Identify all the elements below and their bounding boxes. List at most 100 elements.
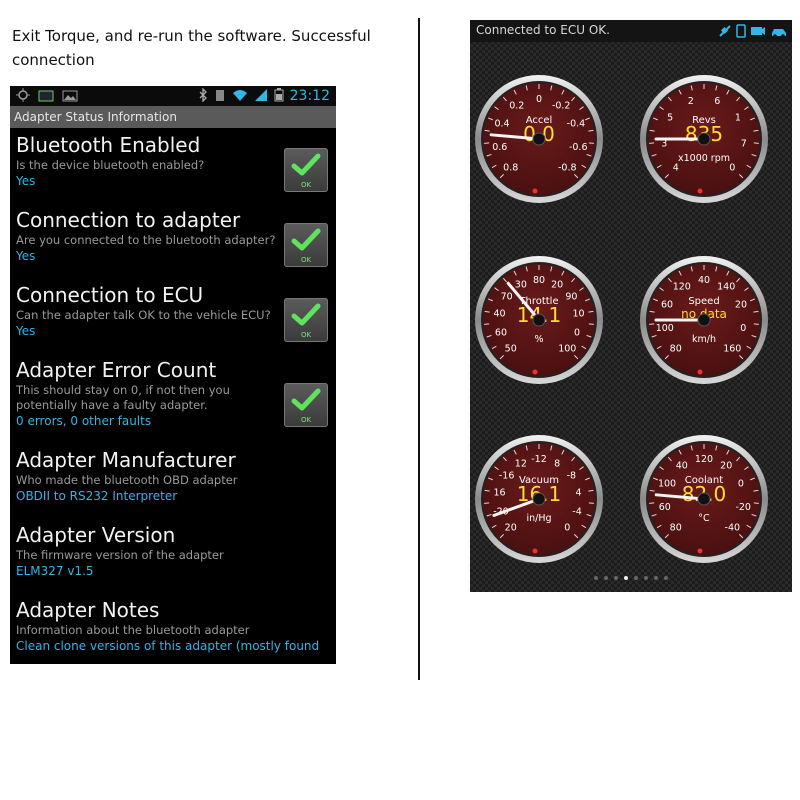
gauge-tick-label: 0.8	[503, 162, 518, 173]
divider-line	[418, 18, 420, 680]
gauge-tick-label: 30	[515, 279, 527, 290]
gauge-tick-label: 0.2	[509, 101, 524, 112]
page-dot[interactable]	[594, 576, 598, 580]
gauge-unit: in/Hg	[526, 513, 551, 524]
gauge-tick-label: 40	[698, 275, 710, 286]
gauge-throttle: 5060407030802090100100Throttle14.1%	[475, 256, 603, 384]
status-time: 23:12	[289, 88, 330, 104]
adapter-status-screen: 23:12 Adapter Status Information Bluetoo…	[10, 86, 336, 664]
gauge-tick-label: -4	[572, 506, 581, 517]
gauge-revs: 43526170Revs835x1000 rpm	[640, 75, 768, 203]
gauge-tick-label: -20	[735, 502, 751, 513]
gauge-unit: x1000 rpm	[678, 153, 730, 164]
gauge-tick-label: 0	[574, 327, 580, 338]
ok-label: OK	[300, 181, 312, 189]
gauge-tick-label: 7	[741, 138, 747, 149]
page-dot[interactable]	[624, 576, 628, 580]
gauge-speed: 801006012040140200160Speedno datakm/h	[640, 256, 768, 384]
status-bar: 23:12	[10, 86, 336, 106]
list-item-adapter-notes[interactable]: Adapter Notes Information about the blue…	[10, 593, 336, 664]
item-title: Adapter Notes	[16, 598, 160, 622]
caption-text: Exit Torque, and re-run the software. Su…	[12, 27, 371, 69]
item-description: Information about the bluetooth adapter	[16, 623, 250, 637]
gauges-panel: 0.80.60.40.20-0.2-0.4-0.6-0.8Accel0.0435…	[475, 75, 768, 563]
signal-icon	[214, 87, 226, 106]
item-description: Is the device bluetooth enabled?	[16, 158, 205, 172]
bluetooth-icon	[198, 86, 208, 106]
ok-checkmark-icon: OK	[284, 383, 328, 427]
app-notification-icon	[38, 87, 54, 106]
list-item-error-count[interactable]: Adapter Error Count This should stay on …	[10, 353, 336, 443]
gauge-tick-label: 100	[658, 479, 676, 490]
gauge-tick-label: 20	[505, 522, 517, 533]
gauge-tick-label: 0	[536, 94, 542, 105]
gauge-tick-label: 0.6	[492, 142, 507, 153]
list-item-adapter-version[interactable]: Adapter Version The firmware version of …	[10, 518, 336, 593]
gauge-tick-label: -40	[725, 522, 741, 533]
item-description: Who made the bluetooth OBD adapter	[16, 473, 238, 487]
page-dot[interactable]	[614, 576, 618, 580]
gauge-tick-label: -16	[499, 470, 515, 481]
page-dot[interactable]	[634, 576, 638, 580]
gauge-name: Speed	[688, 296, 719, 307]
item-title: Adapter Version	[16, 523, 176, 547]
gauge-tick-label: 0	[738, 479, 744, 490]
list-item-connection-ecu[interactable]: Connection to ECU Can the adapter talk O…	[10, 278, 336, 353]
gauge-tick-label: 160	[723, 343, 741, 354]
gauge-tick-label: 1	[735, 113, 741, 124]
gauge-unit: km/h	[692, 334, 716, 345]
item-description: This should stay on 0, if not then you p…	[16, 383, 230, 412]
item-value: Yes	[16, 174, 36, 188]
gauge-tick-label: 0.4	[494, 119, 509, 130]
gauge-tick-label: 4	[575, 488, 581, 499]
gauge-tick-label: 0	[564, 522, 570, 533]
gauge-tick-label: 60	[659, 502, 671, 513]
page-dot[interactable]	[654, 576, 658, 580]
gauge-tick-label: -0.6	[569, 142, 588, 153]
ok-label: OK	[300, 331, 312, 339]
gauge-tick-label: 90	[565, 291, 577, 302]
image-notification-icon	[62, 87, 78, 106]
gauge-tick-label: 20	[720, 461, 732, 472]
gauge-tick-label: 12	[515, 458, 527, 469]
list-item-bluetooth-enabled[interactable]: Bluetooth Enabled Is the device bluetoot…	[10, 128, 336, 203]
gauge-tick-label: -0.2	[552, 101, 571, 112]
gauge-tick-label: 20	[551, 279, 563, 290]
item-value: ELM327 v1.5	[16, 564, 94, 578]
gauge-tick-label: 10	[572, 309, 584, 320]
gauge-unit: °C	[698, 513, 710, 524]
gauge-tick-label: 80	[670, 343, 682, 354]
gauge-tick-label: 60	[661, 300, 673, 311]
gauge-vacuum: 20-2016-1612-128-84-40Vacuum16.1in/Hg	[475, 435, 603, 563]
item-value: Clean clone versions of this adapter (mo…	[16, 639, 320, 653]
page-dot[interactable]	[664, 576, 668, 580]
item-title: Bluetooth Enabled	[16, 133, 201, 157]
gauge-tick-label: -0.8	[558, 162, 577, 173]
dashboard-screen: Connected to ECU OK. 0.8 0.6 0.4 0.2 0 -0.2 -0…	[470, 20, 792, 592]
gauge-tick-label: 50	[505, 343, 517, 354]
item-description: Are you connected to the bluetooth adapt…	[16, 233, 276, 247]
gauge-unit: %	[534, 334, 543, 345]
wifi-icon	[232, 87, 248, 106]
page-dot[interactable]	[604, 576, 608, 580]
page-dot[interactable]	[644, 576, 648, 580]
list-item-connection-adapter[interactable]: Connection to adapter Are you connected …	[10, 203, 336, 278]
item-title: Adapter Error Count	[16, 358, 217, 382]
gauge-tick-label: 16	[493, 488, 505, 499]
page-indicator	[470, 565, 792, 584]
gauge-tick-label: 80	[670, 522, 682, 533]
ok-label: OK	[300, 256, 312, 264]
item-value: Yes	[16, 249, 36, 263]
gauge-tick-label: 0	[729, 162, 735, 173]
gauge-tick-label: 0	[740, 323, 746, 334]
list-item-adapter-manufacturer[interactable]: Adapter Manufacturer Who made the blueto…	[10, 443, 336, 518]
gauge-tick-label: 40	[676, 461, 688, 472]
gauge-tick-label: 140	[717, 282, 735, 293]
item-value: OBDII to RS232 Interpreter	[16, 489, 178, 503]
cell-signal-icon	[254, 87, 268, 106]
item-description: Can the adapter talk OK to the vehicle E…	[16, 308, 271, 322]
gauge-tick-label: -0.4	[567, 119, 586, 130]
gauge-tick-label: 5	[667, 113, 673, 124]
item-value: 0 errors, 0 other faults	[16, 414, 152, 428]
gauge-tick-label: 2	[688, 96, 694, 107]
